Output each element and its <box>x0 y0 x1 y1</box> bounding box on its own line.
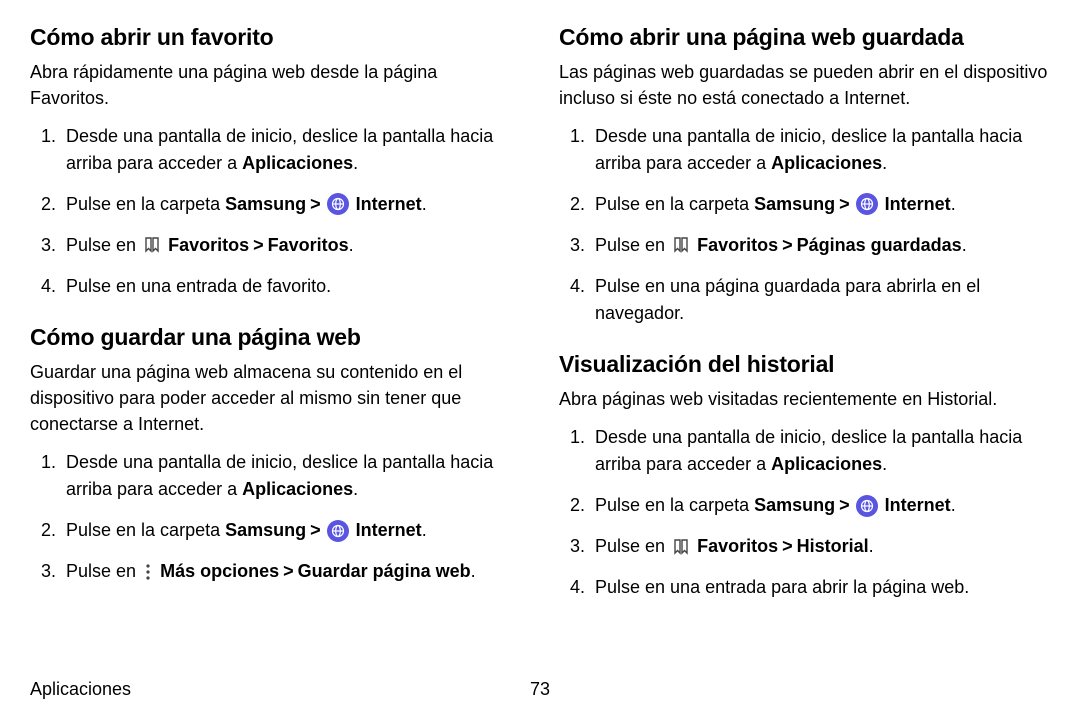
list-item: Desde una pantalla de inicio, deslice la… <box>30 123 521 177</box>
chevron-icon: > <box>839 492 850 519</box>
steps-open-saved: Desde una pantalla de inicio, deslice la… <box>559 123 1050 327</box>
chevron-icon: > <box>839 191 850 218</box>
bookmark-icon <box>672 538 690 556</box>
list-item: Pulse en la carpeta Samsung> Internet. <box>559 191 1050 218</box>
bookmark-icon <box>143 236 161 254</box>
bold-text: Internet <box>356 194 422 214</box>
list-item: Pulse en Favoritos>Páginas guardadas. <box>559 232 1050 259</box>
bold-text: Páginas guardadas <box>797 235 962 255</box>
bold-text: Internet <box>885 194 951 214</box>
internet-icon <box>327 193 349 215</box>
list-item: Desde una pantalla de inicio, deslice la… <box>30 449 521 503</box>
bold-text: Samsung <box>754 194 835 214</box>
bookmark-icon <box>672 236 690 254</box>
text: . <box>471 561 476 581</box>
intro-open-bookmark: Abra rápidamente una página web desde la… <box>30 59 521 111</box>
text: Pulse en <box>66 561 141 581</box>
intro-save-page: Guardar una página web almacena su conte… <box>30 359 521 437</box>
chevron-icon: > <box>782 232 793 259</box>
list-item: Pulse en la carpeta Samsung> Internet. <box>30 191 521 218</box>
text: . <box>951 495 956 515</box>
chevron-icon: > <box>253 232 264 259</box>
bold-text: Favoritos <box>268 235 349 255</box>
bold-text: Internet <box>356 520 422 540</box>
internet-icon <box>856 495 878 517</box>
steps-history: Desde una pantalla de inicio, deslice la… <box>559 424 1050 601</box>
bold-text: Favoritos <box>697 235 778 255</box>
text: . <box>349 235 354 255</box>
text: . <box>882 454 887 474</box>
text: Pulse en la carpeta <box>595 495 754 515</box>
heading-history: Visualización del historial <box>559 351 1050 378</box>
list-item: Pulse en Favoritos>Favoritos. <box>30 232 521 259</box>
bold-text: Favoritos <box>697 536 778 556</box>
chevron-icon: > <box>782 533 793 560</box>
internet-icon <box>856 193 878 215</box>
bold-text: Favoritos <box>168 235 249 255</box>
more-options-icon <box>143 563 153 581</box>
chevron-icon: > <box>310 191 321 218</box>
text: . <box>422 520 427 540</box>
text: . <box>353 153 358 173</box>
steps-open-bookmark: Desde una pantalla de inicio, deslice la… <box>30 123 521 300</box>
list-item: Pulse en la carpeta Samsung> Internet. <box>30 517 521 544</box>
text: Pulse en <box>595 235 670 255</box>
heading-open-saved: Cómo abrir una página web guardada <box>559 24 1050 51</box>
bold-text: Aplicaciones <box>771 454 882 474</box>
bold-text: Aplicaciones <box>242 153 353 173</box>
bold-text: Aplicaciones <box>242 479 353 499</box>
steps-save-page: Desde una pantalla de inicio, deslice la… <box>30 449 521 585</box>
list-item: Pulse en Más opciones>Guardar página web… <box>30 558 521 585</box>
list-item: Pulse en una página guardada para abrirl… <box>559 273 1050 327</box>
heading-open-bookmark: Cómo abrir un favorito <box>30 24 521 51</box>
list-item: Pulse en una entrada de favorito. <box>30 273 521 300</box>
intro-open-saved: Las páginas web guardadas se pueden abri… <box>559 59 1050 111</box>
left-column: Cómo abrir un favorito Abra rápidamente … <box>30 24 521 664</box>
text: . <box>882 153 887 173</box>
right-column: Cómo abrir una página web guardada Las p… <box>559 24 1050 664</box>
text: . <box>962 235 967 255</box>
list-item: Desde una pantalla de inicio, deslice la… <box>559 123 1050 177</box>
list-item: Pulse en la carpeta Samsung> Internet. <box>559 492 1050 519</box>
bold-text: Historial <box>797 536 869 556</box>
text: Pulse en <box>595 536 670 556</box>
heading-save-page: Cómo guardar una página web <box>30 324 521 351</box>
bold-text: Aplicaciones <box>771 153 882 173</box>
chevron-icon: > <box>283 558 294 585</box>
list-item: Pulse en Favoritos>Historial. <box>559 533 1050 560</box>
page-number: 73 <box>530 679 550 700</box>
bold-text: Guardar página web <box>298 561 471 581</box>
bold-text: Samsung <box>225 194 306 214</box>
text: Pulse en la carpeta <box>66 194 225 214</box>
intro-history: Abra páginas web visitadas recientemente… <box>559 386 1050 412</box>
bold-text: Internet <box>885 495 951 515</box>
text: . <box>951 194 956 214</box>
internet-icon <box>327 520 349 542</box>
bold-text: Samsung <box>754 495 835 515</box>
chevron-icon: > <box>310 517 321 544</box>
footer-section-label: Aplicaciones <box>30 679 131 700</box>
bold-text: Más opciones <box>160 561 279 581</box>
text: . <box>353 479 358 499</box>
list-item: Desde una pantalla de inicio, deslice la… <box>559 424 1050 478</box>
bold-text: Samsung <box>225 520 306 540</box>
text: . <box>422 194 427 214</box>
text: Pulse en la carpeta <box>595 194 754 214</box>
content-columns: Cómo abrir un favorito Abra rápidamente … <box>30 24 1050 664</box>
list-item: Pulse en una entrada para abrir la págin… <box>559 574 1050 601</box>
text: . <box>869 536 874 556</box>
text: Pulse en la carpeta <box>66 520 225 540</box>
text: Pulse en <box>66 235 141 255</box>
page-footer: Aplicaciones 73 <box>30 679 1050 700</box>
